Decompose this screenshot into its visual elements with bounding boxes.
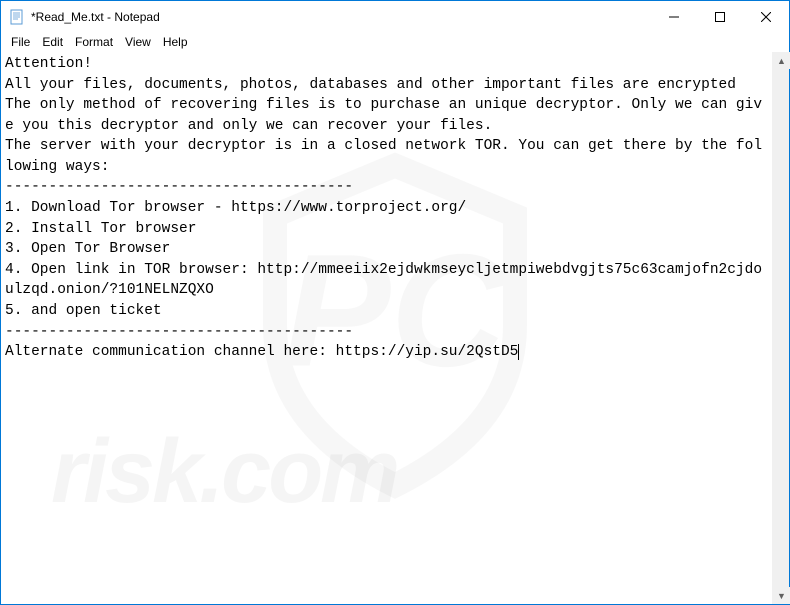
menu-edit[interactable]: Edit: [36, 33, 69, 51]
text-editor[interactable]: Attention!All your files, documents, pho…: [1, 52, 772, 604]
text-line: Alternate communication channel here: ht…: [5, 342, 768, 363]
titlebar: *Read_Me.txt - Notepad: [1, 1, 789, 32]
notepad-icon: [9, 9, 25, 25]
window-title: *Read_Me.txt - Notepad: [31, 10, 651, 24]
menubar: File Edit Format View Help: [1, 32, 789, 52]
menu-view[interactable]: View: [119, 33, 157, 51]
text-line: The server with your decryptor is in a c…: [5, 136, 768, 177]
text-line: 1. Download Tor browser - https://www.to…: [5, 198, 768, 219]
text-line: 4. Open link in TOR browser: http://mmee…: [5, 260, 768, 301]
content-area: PC risk.com Attention!All your files, do…: [1, 52, 789, 604]
text-line: 2. Install Tor browser: [5, 219, 768, 240]
vertical-scrollbar[interactable]: ▲ ▼: [772, 52, 789, 604]
scroll-down-icon[interactable]: ▼: [773, 587, 790, 604]
text-line: ----------------------------------------: [5, 322, 768, 343]
text-line: All your files, documents, photos, datab…: [5, 75, 768, 96]
text-line: 5. and open ticket: [5, 301, 768, 322]
text-line: The only method of recovering files is t…: [5, 95, 768, 136]
maximize-button[interactable]: [697, 1, 743, 32]
text-line: Attention!: [5, 54, 768, 75]
close-button[interactable]: [743, 1, 789, 32]
menu-file[interactable]: File: [5, 33, 36, 51]
menu-format[interactable]: Format: [69, 33, 119, 51]
window-controls: [651, 1, 789, 32]
scroll-up-icon[interactable]: ▲: [773, 52, 790, 69]
minimize-button[interactable]: [651, 1, 697, 32]
menu-help[interactable]: Help: [157, 33, 194, 51]
text-line: 3. Open Tor Browser: [5, 239, 768, 260]
text-line: ----------------------------------------: [5, 177, 768, 198]
